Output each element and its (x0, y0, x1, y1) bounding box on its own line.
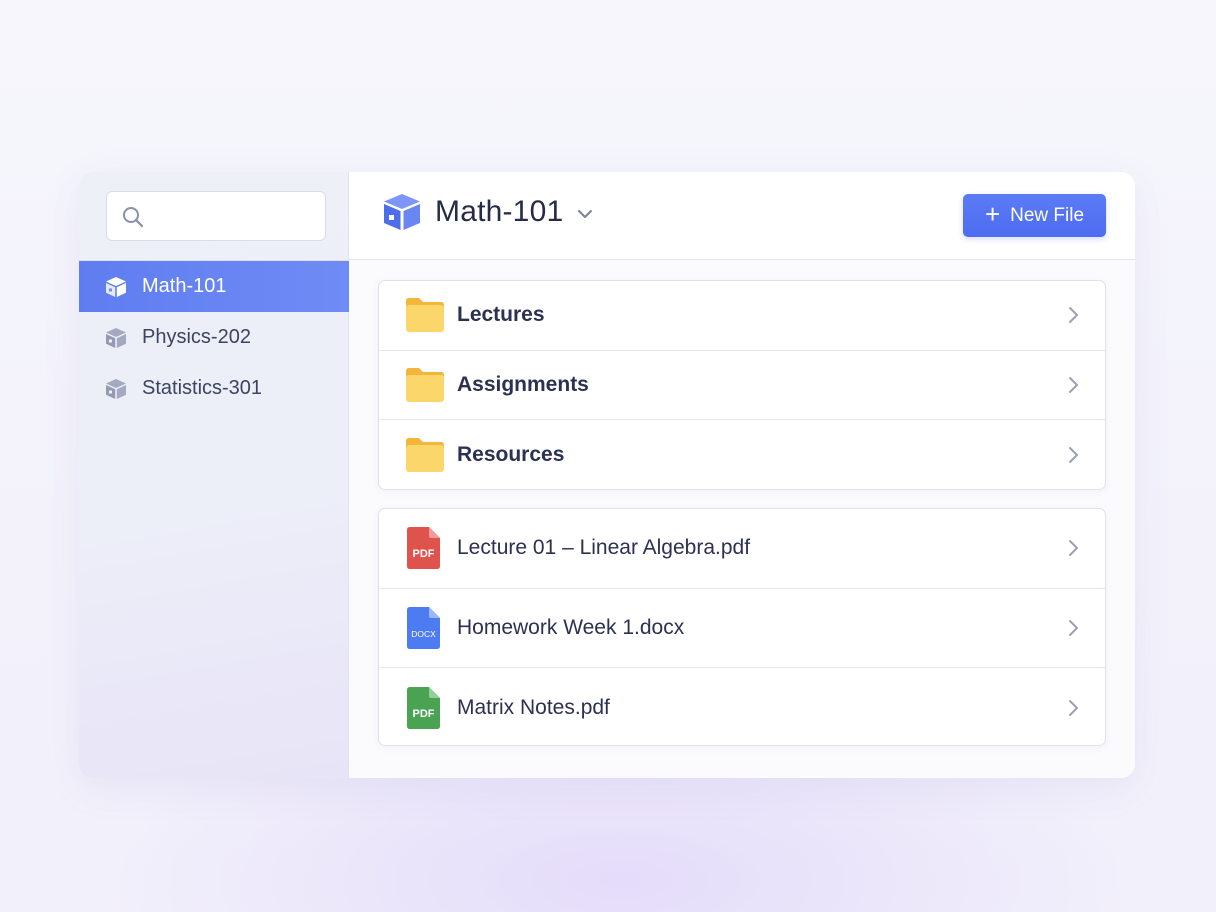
folder-label: Lectures (457, 303, 545, 327)
chevron-right-icon (1069, 376, 1078, 393)
file-row-homework-week-1[interactable]: DOCX Homework Week 1.docx (379, 589, 1105, 668)
folder-label: Resources (457, 442, 565, 466)
sidebar: Math-101 Physics-202 Statistics-301 (79, 172, 349, 778)
chevron-right-icon (1069, 307, 1078, 324)
sidebar-list: Math-101 Physics-202 Statistics-301 (79, 261, 349, 414)
search-icon (123, 207, 144, 228)
folders-list: Lectures Assignments Resources (378, 280, 1106, 490)
folder-icon (405, 433, 445, 477)
file-badge: PDF (413, 548, 435, 560)
box-icon (384, 194, 420, 230)
sidebar-item-statistics-301[interactable]: Statistics-301 (79, 363, 349, 414)
search-input[interactable] (151, 200, 311, 232)
app-window: Math-101 Physics-202 Statistics-301 Math… (79, 172, 1135, 778)
chevron-right-icon (1069, 619, 1078, 636)
chevron-right-icon (1069, 540, 1078, 557)
file-badge: PDF (413, 708, 435, 720)
folder-row-assignments[interactable]: Assignments (379, 351, 1105, 420)
pdf-file-icon: PDF (405, 526, 445, 570)
sidebar-item-label: Physics-202 (142, 326, 251, 348)
sidebar-item-label: Math-101 (142, 275, 227, 297)
files-list: PDF Lecture 01 – Linear Algebra.pdf DOCX (378, 508, 1106, 746)
plus-icon: + (984, 199, 1001, 229)
file-row-matrix-notes[interactable]: PDF Matrix Notes.pdf (379, 668, 1105, 748)
chevron-right-icon (1069, 446, 1078, 463)
box-icon (104, 377, 128, 401)
file-label: Matrix Notes.pdf (457, 695, 610, 719)
box-icon (104, 275, 128, 299)
docx-file-icon: DOCX (405, 606, 445, 650)
title-selector[interactable]: Math-101 (381, 192, 593, 232)
new-file-button[interactable]: + New File (963, 194, 1106, 237)
pdf-file-icon: PDF (405, 686, 445, 730)
sidebar-item-math-101[interactable]: Math-101 (79, 261, 349, 312)
page-title: Math-101 (435, 195, 564, 228)
sidebar-item-physics-202[interactable]: Physics-202 (79, 312, 349, 363)
sidebar-item-label: Statistics-301 (142, 377, 263, 399)
file-badge: DOCX (411, 629, 436, 639)
file-label: Lecture 01 – Linear Algebra.pdf (457, 536, 751, 560)
folder-label: Assignments (457, 372, 589, 396)
file-row-lecture-01[interactable]: PDF Lecture 01 – Linear Algebra.pdf (379, 509, 1105, 589)
folder-row-resources[interactable]: Resources (379, 420, 1105, 490)
box-icon (104, 326, 128, 350)
folder-icon (405, 293, 445, 337)
folder-icon (405, 363, 445, 407)
new-file-label: New File (1010, 204, 1085, 226)
file-label: Homework Week 1.docx (457, 615, 685, 639)
header: Math-101 + New File (349, 172, 1135, 260)
chevron-right-icon (1069, 699, 1078, 716)
main-panel: Math-101 + New File Lectures Assignments… (349, 172, 1135, 778)
chevron-down-icon[interactable] (577, 208, 593, 220)
folder-row-lectures[interactable]: Lectures (379, 281, 1105, 351)
app-frame: Math-101 Physics-202 Statistics-301 Math… (0, 0, 1216, 912)
search-box[interactable] (106, 191, 326, 241)
